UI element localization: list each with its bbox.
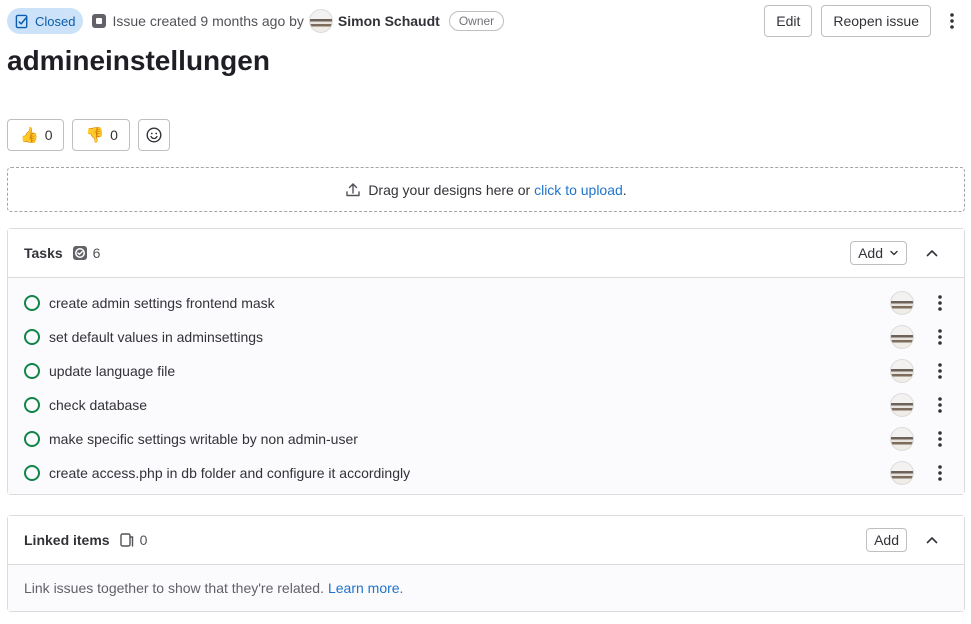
assignee-avatar[interactable] bbox=[890, 393, 914, 417]
task-title[interactable]: check database bbox=[49, 397, 147, 413]
task-more-icon[interactable] bbox=[932, 355, 948, 387]
learn-more-link[interactable]: Learn more. bbox=[328, 580, 403, 596]
add-task-button[interactable]: Add bbox=[850, 241, 907, 265]
task-item[interactable]: update language file bbox=[8, 354, 964, 388]
task-title[interactable]: make specific settings writable by non a… bbox=[49, 431, 358, 447]
reopen-issue-button[interactable]: Reopen issue bbox=[821, 5, 931, 37]
task-item[interactable]: set default values in adminsettings bbox=[8, 320, 964, 354]
thumbs-down-count: 0 bbox=[110, 127, 118, 143]
add-reaction-button[interactable] bbox=[137, 119, 170, 151]
thumbs-up-icon: 👍 bbox=[20, 126, 39, 144]
design-dropzone[interactable]: Drag your designs here or click to uploa… bbox=[7, 167, 965, 212]
chevron-down-icon bbox=[890, 250, 898, 256]
header-actions: Edit Reopen issue bbox=[764, 5, 964, 37]
issue-type-icon bbox=[92, 14, 107, 28]
task-title[interactable]: create admin settings frontend mask bbox=[49, 295, 275, 311]
tasks-count: 6 bbox=[72, 245, 100, 261]
edit-button[interactable]: Edit bbox=[764, 5, 813, 37]
tasks-header: Tasks 6 Add bbox=[8, 229, 964, 278]
task-open-icon bbox=[24, 465, 40, 481]
task-title[interactable]: update language file bbox=[49, 363, 175, 379]
tasks-card: Tasks 6 Add create admin settings fronte… bbox=[7, 228, 965, 495]
upload-link[interactable]: click to upload bbox=[534, 182, 623, 198]
assignee-avatar[interactable] bbox=[890, 325, 914, 349]
upload-icon bbox=[346, 182, 361, 196]
issue-header: Closed Issue created 9 months ago by Sim… bbox=[7, 5, 964, 37]
task-title[interactable]: create access.php in db folder and confi… bbox=[49, 465, 410, 481]
issue-closed-icon bbox=[15, 14, 28, 28]
linked-items-header: Linked items 0 Add bbox=[8, 516, 964, 565]
more-actions-icon[interactable] bbox=[940, 5, 964, 37]
linked-items-count: 0 bbox=[119, 532, 147, 548]
tasks-title: Tasks bbox=[24, 245, 63, 261]
status-badge: Closed bbox=[7, 8, 84, 34]
add-linked-item-button[interactable]: Add bbox=[866, 528, 907, 552]
page-title: admineinstellungen bbox=[7, 45, 270, 76]
thumbs-up-count: 0 bbox=[44, 127, 53, 143]
award-emoji-bar: 👍 0 👎 0 bbox=[7, 119, 170, 151]
linked-items-empty: Link issues together to show that they'r… bbox=[8, 565, 964, 611]
task-open-icon bbox=[24, 363, 40, 379]
task-more-icon[interactable] bbox=[932, 321, 948, 353]
tasks-list: create admin settings frontend mask set … bbox=[8, 278, 964, 494]
task-open-icon bbox=[24, 397, 40, 413]
linked-items-title: Linked items bbox=[24, 532, 110, 548]
task-more-icon[interactable] bbox=[932, 423, 948, 455]
task-item[interactable]: create admin settings frontend mask bbox=[8, 286, 964, 320]
issue-meta: Issue created 9 months ago by Simon Scha… bbox=[92, 9, 505, 33]
assignee-avatar[interactable] bbox=[890, 359, 914, 383]
status-label: Closed bbox=[35, 13, 76, 29]
link-issue-icon bbox=[119, 533, 133, 547]
tasks-actions: Add bbox=[850, 239, 948, 267]
thumbs-up-button[interactable]: 👍 0 bbox=[7, 119, 65, 151]
assignee-avatar[interactable] bbox=[890, 291, 914, 315]
smiley-icon bbox=[146, 127, 162, 143]
thumbs-down-button[interactable]: 👎 0 bbox=[72, 119, 130, 151]
thumbs-down-icon: 👎 bbox=[85, 126, 105, 144]
linked-items-empty-text: Link issues together to show that they'r… bbox=[24, 580, 324, 596]
dropzone-text: Drag your designs here or click to uploa… bbox=[368, 181, 627, 198]
collapse-linked-items-icon[interactable] bbox=[916, 526, 948, 554]
linked-items-card: Linked items 0 Add Link issues together … bbox=[7, 515, 965, 612]
task-more-icon[interactable] bbox=[932, 287, 948, 319]
task-item[interactable]: create access.php in db folder and confi… bbox=[8, 456, 964, 490]
task-more-icon[interactable] bbox=[932, 389, 948, 421]
task-done-icon bbox=[72, 246, 87, 260]
assignee-avatar[interactable] bbox=[890, 461, 914, 485]
task-title[interactable]: set default values in adminsettings bbox=[49, 329, 263, 345]
task-open-icon bbox=[24, 295, 40, 311]
task-more-icon[interactable] bbox=[932, 457, 948, 489]
created-text: Issue created 9 months ago by bbox=[112, 13, 304, 29]
linked-items-actions: Add bbox=[866, 526, 948, 554]
task-item[interactable]: make specific settings writable by non a… bbox=[8, 422, 964, 456]
assignee-avatar[interactable] bbox=[890, 427, 914, 451]
collapse-tasks-icon[interactable] bbox=[916, 239, 948, 267]
author-avatar[interactable] bbox=[308, 9, 333, 33]
role-badge: Owner bbox=[448, 11, 505, 31]
task-open-icon bbox=[24, 329, 40, 345]
author-name[interactable]: Simon Schaudt bbox=[338, 13, 440, 29]
task-open-icon bbox=[24, 431, 40, 447]
task-item[interactable]: check database bbox=[8, 388, 964, 422]
